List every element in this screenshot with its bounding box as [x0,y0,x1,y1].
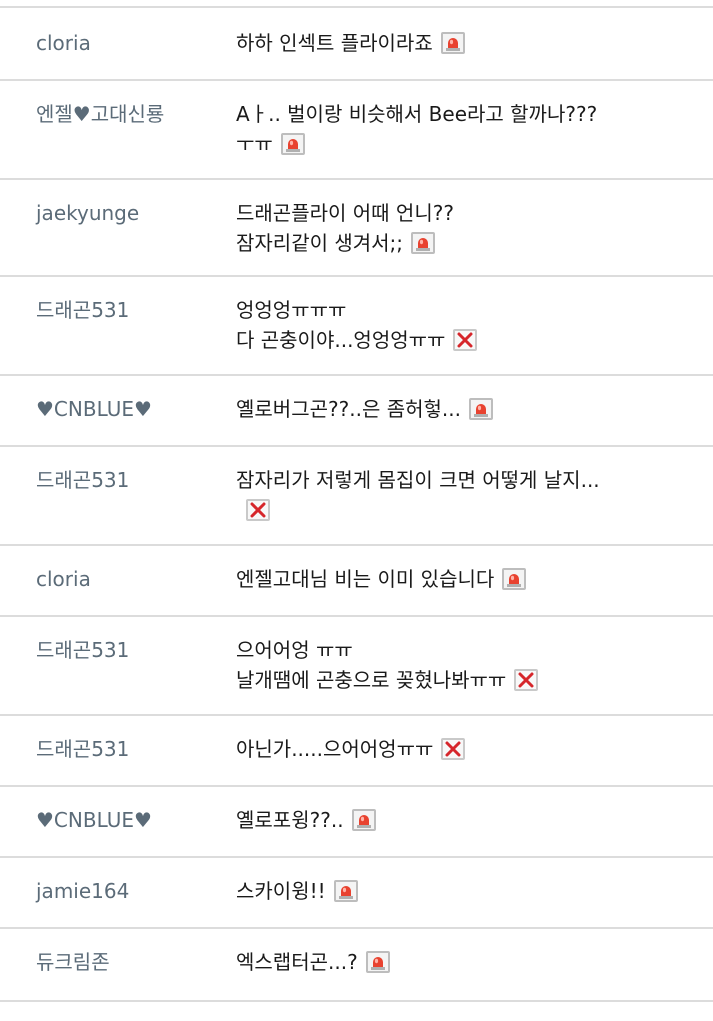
comment-row: cloria 엔젤고대님 비는 이미 있습니다 [0,546,713,617]
comment-row: 듀크림존 엑스랩터곤...? [0,929,713,1002]
comment-author[interactable]: jaekyunge [0,198,236,228]
siren-icon[interactable] [411,232,436,254]
siren-icon[interactable] [502,568,527,590]
comment-author[interactable]: cloria [0,564,236,594]
delete-icon[interactable] [453,329,478,351]
comment-row: 드래곤531 아닌가.....으어어엉ㅠㅠ [0,716,713,787]
comment-author[interactable]: cloria [0,28,236,58]
comment-line: 아닌가.....으어어엉ㅠㅠ [236,737,434,761]
delete-icon[interactable] [246,499,270,521]
comment-line: Aㅏ.. 벌이랑 비슷해서 Bee라고 할까나??? [236,102,598,126]
comment-line: 옐로포윙??.. [236,808,344,832]
comment-author[interactable]: 엔젤♥고대신룡 [0,99,236,129]
comment-text: 으어어엉 ㅠㅠ 날개땜에 곤충으로 꽂혔나봐ㅠㅠ [236,635,713,695]
comment-line: ㅜㅠ [236,132,273,156]
delete-icon[interactable] [441,738,466,760]
comment-line: 잠자리가 저렇게 몸집이 크면 어떻게 날지... [236,468,600,492]
siren-icon[interactable] [365,951,390,973]
comment-line: 옐로버그곤??..은 좀허헣... [236,397,461,421]
comment-author[interactable]: ♥CNBLUE♥ [0,394,236,424]
comment-list: cloria 하하 인섹트 플라이라죠 엔젤♥고대신룡 Aㅏ.. 벌이랑 비슷해… [0,6,713,1002]
comment-text: 하하 인섹트 플라이라죠 [236,28,713,58]
siren-icon[interactable] [468,398,493,420]
comment-line: 하하 인섹트 플라이라죠 [236,31,433,55]
comment-row: jaekyunge 드래곤플라이 어때 언니?? 잠자리같이 생겨서;; [0,180,713,277]
comment-author[interactable]: 드래곤531 [0,465,236,495]
comment-line: 엔젤고대님 비는 이미 있습니다 [236,567,495,591]
comment-row: ♥CNBLUE♥ 옐로버그곤??..은 좀허헣... [0,376,713,447]
siren-icon[interactable] [280,133,305,155]
comment-text: 아닌가.....으어어엉ㅠㅠ [236,734,713,764]
comment-line: 날개땜에 곤충으로 꽂혔나봐ㅠㅠ [236,668,507,692]
comment-line: 엑스랩터곤...? [236,950,358,974]
comment-row: 드래곤531 잠자리가 저렇게 몸집이 크면 어떻게 날지... [0,447,713,546]
comment-row: 드래곤531 으어어엉 ㅠㅠ 날개땜에 곤충으로 꽂혔나봐ㅠㅠ [0,617,713,716]
comment-text: 드래곤플라이 어때 언니?? 잠자리같이 생겨서;; [236,198,713,258]
siren-icon[interactable] [351,809,376,831]
comment-author[interactable]: 드래곤531 [0,295,236,325]
comment-text: 엔젤고대님 비는 이미 있습니다 [236,564,713,594]
comment-author[interactable]: 듀크림존 [0,947,236,977]
siren-icon[interactable] [440,32,465,54]
comment-row: ♥CNBLUE♥ 옐로포윙??.. [0,787,713,858]
comment-text: 옐로포윙??.. [236,805,713,835]
comment-line: 으어어엉 ㅠㅠ [236,638,353,662]
comment-row: 드래곤531 엉엉엉ㅠㅠㅠ 다 곤충이야...엉엉엉ㅠㅠ [0,277,713,376]
comment-line: 드래곤플라이 어때 언니?? [236,201,454,225]
comment-row: 엔젤♥고대신룡 Aㅏ.. 벌이랑 비슷해서 Bee라고 할까나??? ㅜㅠ [0,81,713,180]
comment-row: cloria 하하 인섹트 플라이라죠 [0,8,713,81]
comment-author[interactable]: jamie164 [0,876,236,906]
comment-text: 엉엉엉ㅠㅠㅠ 다 곤충이야...엉엉엉ㅠㅠ [236,295,713,355]
comment-author[interactable]: ♥CNBLUE♥ [0,805,236,835]
comment-text: 스카이윙!! [236,876,713,906]
comment-line: 엉엉엉ㅠㅠㅠ [236,298,347,322]
comment-line: 스카이윙!! [236,879,326,903]
comment-text: Aㅏ.. 벌이랑 비슷해서 Bee라고 할까나??? ㅜㅠ [236,99,713,159]
comment-line: 잠자리같이 생겨서;; [236,231,404,255]
comment-line: 다 곤충이야...엉엉엉ㅠㅠ [236,328,446,352]
comment-text: 옐로버그곤??..은 좀허헣... [236,394,713,424]
comment-author[interactable]: 드래곤531 [0,635,236,665]
siren-icon[interactable] [333,880,358,902]
comment-text: 엑스랩터곤...? [236,947,713,977]
comment-author[interactable]: 드래곤531 [0,734,236,764]
delete-icon[interactable] [514,669,539,691]
comment-row: jamie164 스카이윙!! [0,858,713,929]
comment-text: 잠자리가 저렇게 몸집이 크면 어떻게 날지... [236,465,713,525]
